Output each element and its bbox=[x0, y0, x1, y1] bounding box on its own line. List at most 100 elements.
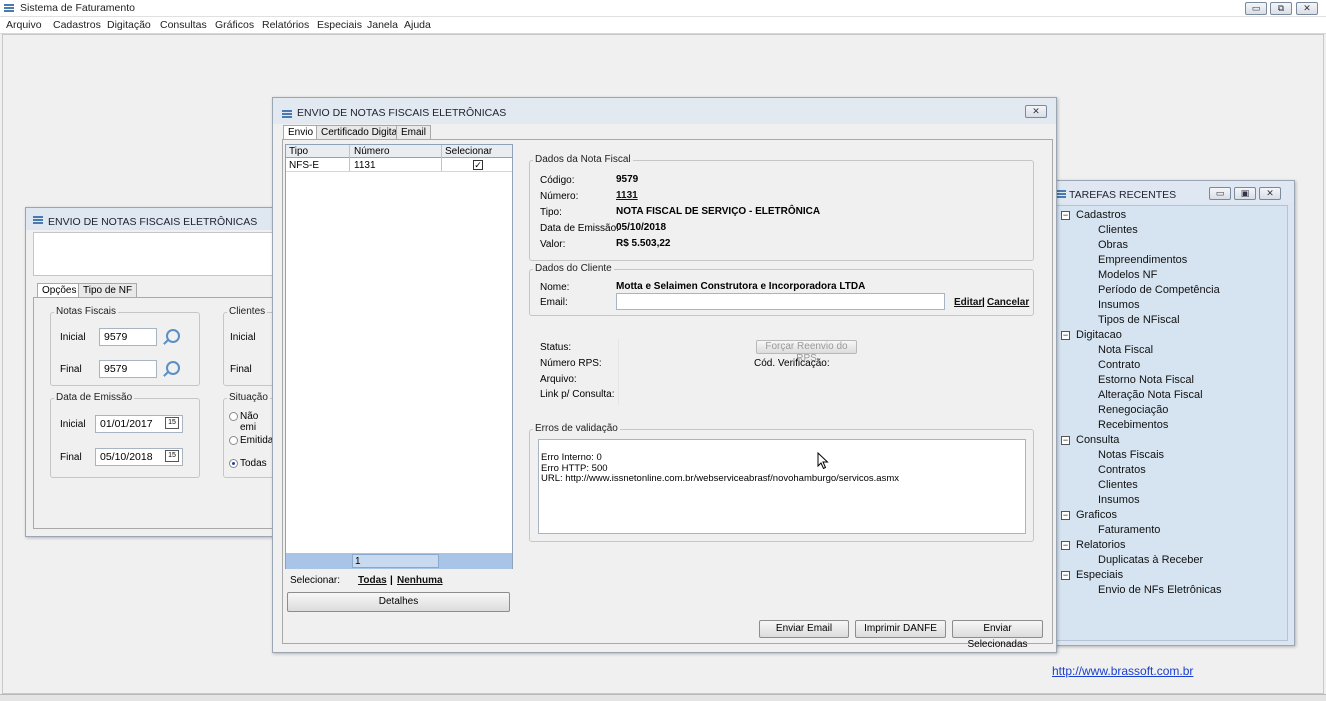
editar-separator: | bbox=[982, 297, 985, 308]
radio-nao-emitidas[interactable] bbox=[229, 412, 238, 421]
tab-tipo-nf[interactable]: Tipo de NF bbox=[78, 283, 138, 298]
tipo-label: Tipo: bbox=[540, 207, 562, 218]
select-nenhuma-link[interactable]: Nenhuma bbox=[397, 575, 443, 586]
imprimir-danfe-button[interactable]: Imprimir DANFE bbox=[855, 620, 946, 638]
erro-line: URL: http://www.issnetonline.com.br/webs… bbox=[541, 473, 899, 484]
tree-item[interactable]: Alteração Nota Fiscal bbox=[1098, 389, 1203, 401]
detalhes-button[interactable]: Detalhes bbox=[287, 592, 510, 612]
nf-final-input[interactable]: 9579 bbox=[99, 360, 157, 378]
forcar-reenvio-button[interactable]: Forçar Reenvio do RPS bbox=[756, 340, 857, 364]
menu-especiais[interactable]: Especiais bbox=[317, 19, 362, 31]
restore-icon[interactable]: ▣ bbox=[1234, 187, 1256, 200]
tree-item[interactable]: Insumos bbox=[1098, 299, 1140, 311]
nome-value: Motta e Selaimen Construtora e Incorpora… bbox=[616, 281, 866, 292]
nome-label: Nome: bbox=[540, 282, 570, 293]
bg-envio-window: ENVIO DE NOTAS FISCAIS ELETRÔNICAS Opçõe… bbox=[25, 207, 278, 537]
grid-footer: 1 bbox=[286, 553, 512, 569]
minimize-icon[interactable]: ▭ bbox=[1245, 2, 1267, 15]
table-row[interactable]: NFS-E 1131 ✓ bbox=[286, 159, 512, 172]
tree-item[interactable]: Renegociação bbox=[1098, 404, 1168, 416]
nf-inicial-input[interactable]: 9579 bbox=[99, 328, 157, 346]
collapse-icon[interactable]: − bbox=[1061, 436, 1070, 445]
cell-tipo: NFS-E bbox=[289, 160, 319, 171]
valor-value: R$ 5.503,22 bbox=[616, 238, 671, 249]
cancelar-link[interactable]: Cancelar bbox=[987, 297, 1029, 308]
collapse-icon[interactable]: − bbox=[1061, 331, 1070, 340]
tree-item[interactable]: Contrato bbox=[1098, 359, 1140, 371]
envio-nf-dialog: ENVIO DE NOTAS FISCAIS ELETRÔNICAS ✕ Env… bbox=[272, 97, 1057, 653]
menu-relatorios[interactable]: Relatórios bbox=[262, 19, 309, 31]
minimize-icon[interactable]: ▭ bbox=[1209, 187, 1231, 200]
enviar-selecionadas-button[interactable]: Enviar Selecionadas bbox=[952, 620, 1043, 650]
menu-arquivo[interactable]: Arquivo bbox=[6, 19, 42, 31]
data-inicial-label: Inicial bbox=[60, 419, 86, 430]
tree-item[interactable]: Recebimentos bbox=[1098, 419, 1168, 431]
tree-item[interactable]: Envio de NFs Eletrônicas bbox=[1098, 584, 1222, 596]
row-select-checkbox[interactable]: ✓ bbox=[473, 160, 483, 170]
tree-item[interactable]: Clientes bbox=[1098, 479, 1138, 491]
nf-inicial-label: Inicial bbox=[60, 332, 86, 343]
dados-nf-label: Dados da Nota Fiscal bbox=[533, 154, 633, 165]
situacao-label: Situação bbox=[227, 392, 270, 403]
tree-item[interactable]: Nota Fiscal bbox=[1098, 344, 1153, 356]
select-separator: | bbox=[390, 575, 393, 586]
menu-janela[interactable]: Janela bbox=[367, 19, 398, 31]
enviar-email-button[interactable]: Enviar Email bbox=[759, 620, 849, 638]
close-icon[interactable]: ✕ bbox=[1296, 2, 1318, 15]
clientes-inicial-label: Inicial bbox=[230, 332, 256, 343]
col-numero[interactable]: Número bbox=[354, 146, 390, 157]
tab-opcoes[interactable]: Opções bbox=[37, 283, 82, 298]
menu-cadastros[interactable]: Cadastros bbox=[53, 19, 101, 31]
menu-digitacao[interactable]: Digitação bbox=[107, 19, 151, 31]
tree-item[interactable]: Tipos de NFiscal bbox=[1098, 314, 1180, 326]
collapse-icon[interactable]: − bbox=[1061, 541, 1070, 550]
tree-item[interactable]: Estorno Nota Fiscal bbox=[1098, 374, 1194, 386]
search-icon[interactable] bbox=[166, 329, 180, 343]
tab-envio[interactable]: Envio bbox=[283, 125, 319, 140]
window-icon bbox=[33, 216, 43, 224]
tarefas-title: TAREFAS RECENTES bbox=[1069, 189, 1177, 201]
notas-fiscais-label: Notas Fiscais bbox=[54, 306, 119, 317]
dialog-titlebar: ENVIO DE NOTAS FISCAIS ELETRÔNICAS ✕ bbox=[273, 98, 1056, 124]
tree-item[interactable]: Período de Competência bbox=[1098, 284, 1220, 296]
menu-consultas[interactable]: Consultas bbox=[160, 19, 207, 31]
calendar-icon[interactable]: 15 bbox=[165, 417, 179, 429]
search-icon[interactable] bbox=[166, 361, 180, 375]
valor-label: Valor: bbox=[540, 239, 566, 250]
menu-graficos[interactable]: Gráficos bbox=[215, 19, 254, 31]
tree-item[interactable]: Notas Fiscais bbox=[1098, 449, 1164, 461]
collapse-icon[interactable]: − bbox=[1061, 511, 1070, 520]
close-icon[interactable]: ✕ bbox=[1025, 105, 1047, 118]
radio-todas[interactable] bbox=[229, 459, 238, 468]
collapse-icon[interactable]: − bbox=[1061, 571, 1070, 580]
status-divider bbox=[618, 339, 619, 405]
data-inicial-value: 01/01/2017 bbox=[100, 418, 153, 430]
collapse-icon[interactable]: − bbox=[1061, 211, 1070, 220]
calendar-icon[interactable]: 15 bbox=[165, 450, 179, 462]
website-link[interactable]: http://www.brassoft.com.br bbox=[1052, 664, 1193, 678]
grid-count: 1 bbox=[352, 554, 439, 568]
email-input[interactable] bbox=[616, 293, 945, 310]
tree-item[interactable]: Obras bbox=[1098, 239, 1128, 251]
numero-link[interactable]: 1131 bbox=[616, 190, 638, 201]
tree-item[interactable]: Modelos NF bbox=[1098, 269, 1157, 281]
editar-link[interactable]: Editar bbox=[954, 297, 982, 308]
tree-item[interactable]: Contratos bbox=[1098, 464, 1146, 476]
erros-textarea[interactable]: Erro Interno: 0 Erro HTTP: 500 URL: http… bbox=[538, 439, 1026, 534]
tree-item[interactable]: Empreendimentos bbox=[1098, 254, 1187, 266]
status-bar bbox=[0, 694, 1326, 701]
col-selecionar[interactable]: Selecionar bbox=[445, 146, 492, 157]
tab-certificado-digital[interactable]: Certificado Digital bbox=[316, 125, 405, 140]
email-label: Email: bbox=[540, 297, 568, 308]
tree-item[interactable]: Duplicatas à Receber bbox=[1098, 554, 1203, 566]
tree-item[interactable]: Insumos bbox=[1098, 494, 1140, 506]
menu-ajuda[interactable]: Ajuda bbox=[404, 19, 431, 31]
select-todas-link[interactable]: Todas bbox=[358, 575, 387, 586]
radio-emitidas[interactable] bbox=[229, 436, 238, 445]
tree-item[interactable]: Clientes bbox=[1098, 224, 1138, 236]
col-tipo[interactable]: Tipo bbox=[289, 146, 308, 157]
restore-icon[interactable]: ⧉ bbox=[1270, 2, 1292, 15]
tab-email[interactable]: Email bbox=[396, 125, 432, 140]
tree-item[interactable]: Faturamento bbox=[1098, 524, 1160, 536]
close-icon[interactable]: ✕ bbox=[1259, 187, 1281, 200]
